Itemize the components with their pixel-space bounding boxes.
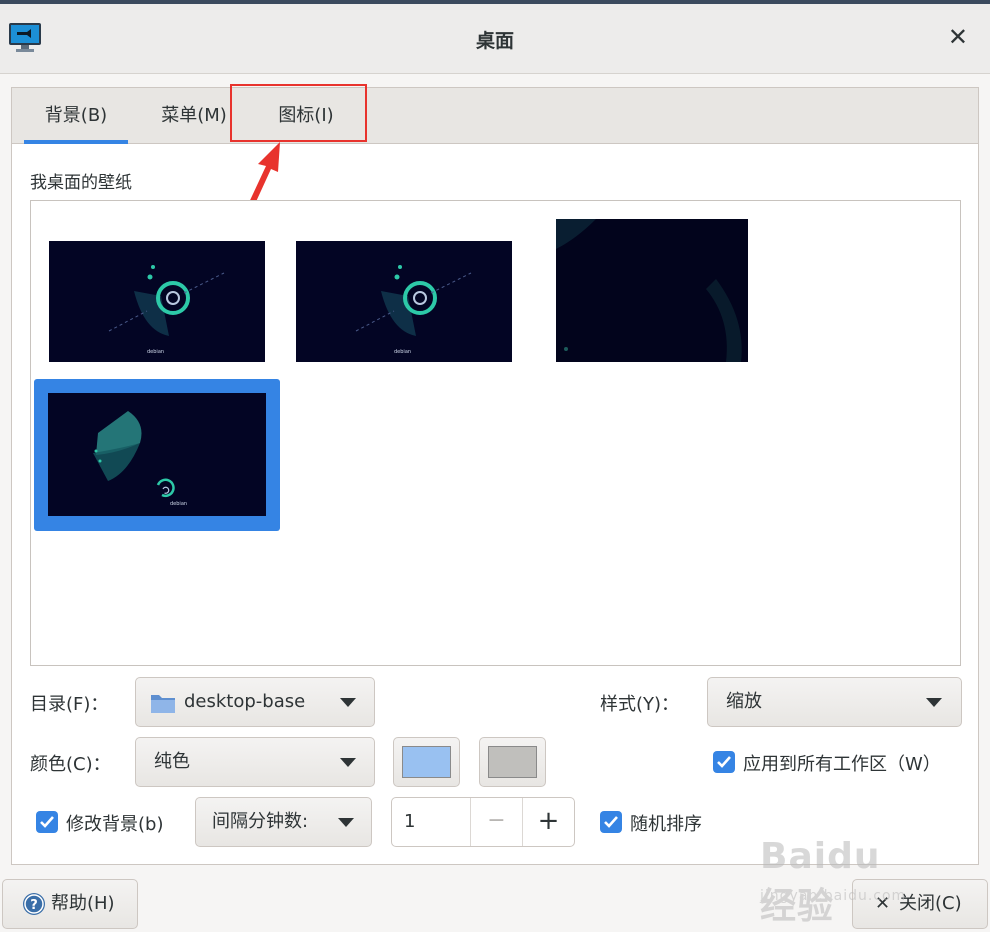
color-label: 颜色(C)： [30, 754, 111, 775]
svg-text:debian: debian [170, 501, 187, 507]
interval-increment-button[interactable]: + [522, 798, 574, 846]
close-button[interactable]: ✕ 关闭(C) [852, 879, 988, 929]
directory-label: 目录(F)： [30, 694, 109, 715]
wallpaper-thumb-1[interactable]: debian [49, 241, 265, 362]
interval-value[interactable]: 1 [404, 798, 415, 846]
change-background-label: 修改背景(b) [66, 814, 164, 835]
wallpaper-thumb-2[interactable]: debian [296, 241, 512, 362]
title-bar: 桌面 ✕ [0, 0, 990, 74]
primary-color-button[interactable] [393, 737, 460, 787]
folder-icon [151, 695, 175, 713]
annotation-highlight-box [230, 84, 367, 142]
tab-menu[interactable]: 菜单(M) [152, 88, 236, 144]
secondary-color-swatch [488, 746, 537, 778]
close-label: 关闭(C) [899, 893, 962, 914]
style-dropdown[interactable]: 缩放 [707, 677, 962, 727]
wallpaper-thumb-3[interactable] [556, 219, 748, 362]
window-title: 桌面 [475, 30, 514, 52]
interval-decrement-button[interactable]: − [470, 798, 522, 846]
apply-all-workspaces-checkbox[interactable] [713, 751, 735, 773]
style-label: 样式(Y)： [600, 694, 680, 715]
interval-unit-dropdown[interactable]: 间隔分钟数: [195, 797, 372, 847]
checkmark-icon [717, 756, 731, 768]
color-mode-value: 纯色 [154, 751, 190, 772]
chevron-down-icon [926, 698, 942, 707]
tab-background[interactable]: 背景(B) [24, 88, 128, 144]
help-button[interactable]: ? 帮助(H) [2, 879, 138, 929]
secondary-color-button[interactable] [479, 737, 546, 787]
chevron-down-icon [340, 758, 356, 767]
tab-bar: 背景(B) 菜单(M) 图标(I) [12, 88, 978, 144]
help-label: 帮助(H) [51, 893, 115, 914]
style-value: 缩放 [726, 691, 762, 712]
chevron-down-icon [338, 818, 354, 827]
window-close-button[interactable]: ✕ [948, 22, 968, 52]
random-order-label: 随机排序 [630, 814, 702, 835]
primary-color-swatch [402, 746, 451, 778]
wallpaper-thumb-4-selected[interactable]: debian [34, 379, 280, 531]
random-order-checkbox[interactable] [600, 811, 622, 833]
interval-unit-value: 间隔分钟数: [212, 811, 309, 832]
settings-notebook: 背景(B) 菜单(M) 图标(I) 我桌面的壁纸 debian debian d… [11, 84, 979, 865]
help-icon: ? [23, 893, 45, 915]
wallpaper-section-label: 我桌面的壁纸 [30, 173, 132, 193]
close-icon: ✕ [875, 893, 891, 914]
checkmark-icon [604, 816, 618, 828]
directory-value: desktop-base [184, 691, 306, 712]
debian-teal-wave-icon: debian [48, 393, 266, 516]
svg-text:debian: debian [394, 349, 411, 355]
change-background-checkbox[interactable] [36, 811, 58, 833]
directory-dropdown[interactable]: desktop-base [135, 677, 375, 727]
dark-abstract-icon [556, 219, 748, 362]
apply-all-workspaces-label: 应用到所有工作区（W） [743, 754, 941, 775]
wallpaper-grid: debian debian debian [30, 200, 961, 666]
top-strip [0, 0, 990, 4]
interval-spinner[interactable]: 1 − + [391, 797, 575, 847]
svg-text:debian: debian [147, 349, 164, 355]
svg-text:?: ? [30, 898, 38, 913]
debian-swirl-icon: debian [296, 241, 512, 362]
debian-swirl-icon: debian [49, 241, 265, 362]
chevron-down-icon [340, 698, 356, 707]
checkmark-icon [40, 816, 54, 828]
color-mode-dropdown[interactable]: 纯色 [135, 737, 375, 787]
